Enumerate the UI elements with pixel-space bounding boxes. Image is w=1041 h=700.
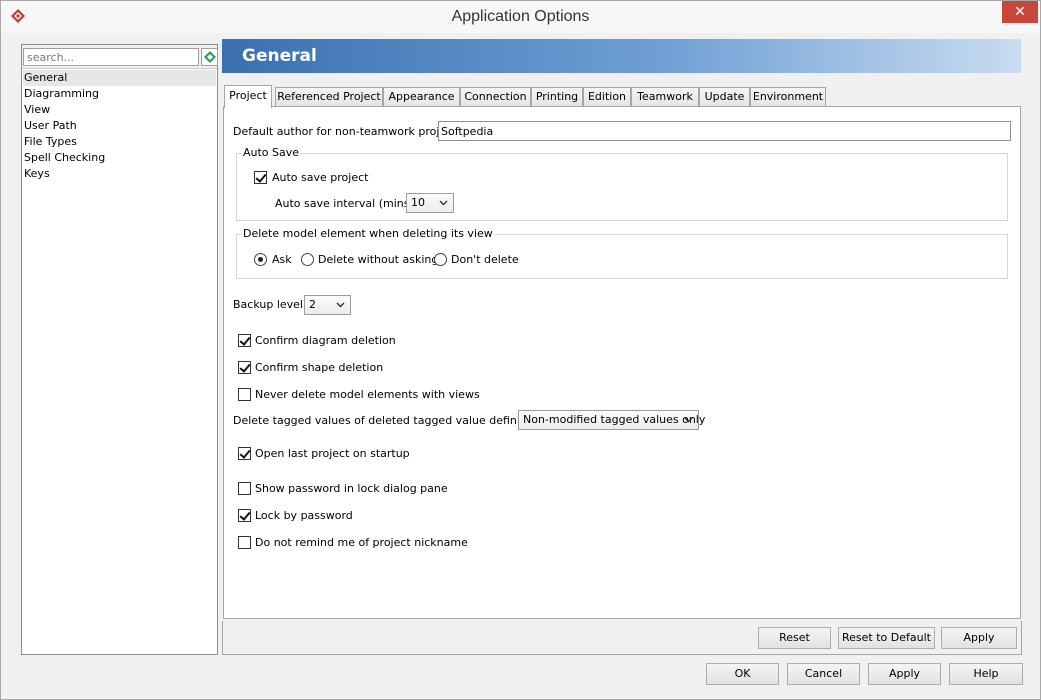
delete-model-group: Delete model element when deleting its v…: [236, 227, 1008, 279]
radio-ask-label: Ask: [272, 253, 292, 266]
auto-save-project-label: Auto save project: [272, 171, 369, 184]
show-password-checkbox[interactable]: [238, 482, 251, 495]
tab-connection[interactable]: Connection: [460, 87, 531, 107]
tab-environment[interactable]: Environment: [750, 87, 826, 107]
lock-by-password-checkbox[interactable]: [238, 509, 251, 522]
backup-level-select[interactable]: 2: [304, 295, 351, 315]
tab-appearance[interactable]: Appearance: [383, 87, 460, 107]
reset-to-default-button[interactable]: Reset to Default: [838, 627, 935, 649]
delete-tagged-values-label: Delete tagged values of deleted tagged v…: [233, 414, 554, 427]
section-title: General: [242, 46, 317, 66]
tab-teamwork[interactable]: Teamwork: [631, 87, 699, 107]
close-icon: ✕: [1014, 4, 1026, 20]
radio-dont-delete-label: Don't delete: [451, 253, 519, 266]
options-navigation-panel: General Diagramming View User Path File …: [21, 44, 218, 655]
do-not-remind-checkbox[interactable]: [238, 536, 251, 549]
ok-button[interactable]: OK: [706, 663, 779, 685]
category-list: General Diagramming View User Path File …: [23, 70, 216, 182]
delete-model-group-title: Delete model element when deleting its v…: [242, 227, 494, 241]
panel-apply-button[interactable]: Apply: [941, 627, 1017, 649]
section-header: General: [222, 39, 1021, 73]
open-last-project-checkbox[interactable]: [238, 447, 251, 460]
delete-tagged-values-select[interactable]: Non-modified tagged values only: [518, 410, 705, 430]
auto-save-interval-value: 10: [411, 196, 425, 209]
confirm-diagram-deletion-label: Confirm diagram deletion: [255, 334, 396, 347]
nav-item-general[interactable]: General: [23, 70, 216, 86]
nav-item-view[interactable]: View: [23, 102, 216, 118]
title-bar: Application Options ✕: [1, 1, 1040, 33]
project-tab-content: Default author for non-teamwork project:…: [223, 106, 1021, 619]
nav-item-keys[interactable]: Keys: [23, 166, 216, 182]
nav-item-user-path[interactable]: User Path: [23, 118, 216, 134]
tab-update[interactable]: Update: [699, 87, 750, 107]
lock-by-password-label: Lock by password: [255, 509, 353, 522]
auto-save-group-title: Auto Save: [242, 146, 301, 160]
confirm-diagram-deletion-checkbox[interactable]: [238, 334, 251, 347]
panel-button-bar: Reset Reset to Default Apply: [222, 621, 1022, 655]
dialog-apply-button[interactable]: Apply: [868, 663, 941, 685]
default-author-input[interactable]: [438, 121, 1011, 141]
default-author-label: Default author for non-teamwork project:: [233, 125, 461, 138]
search-row: [22, 45, 218, 69]
chevron-down-icon: [439, 200, 448, 206]
backup-level-value: 2: [309, 298, 316, 311]
never-delete-label: Never delete model elements with views: [255, 388, 480, 401]
tab-edition[interactable]: Edition: [583, 87, 631, 107]
confirm-shape-deletion-label: Confirm shape deletion: [255, 361, 384, 374]
auto-save-interval-label: Auto save interval (mins) :: [275, 197, 421, 210]
reset-button[interactable]: Reset: [758, 627, 831, 649]
auto-save-project-checkbox[interactable]: [254, 171, 267, 184]
chevron-down-icon: [684, 417, 693, 423]
backup-level-label: Backup level :: [233, 298, 311, 311]
cancel-button[interactable]: Cancel: [787, 663, 860, 685]
close-button[interactable]: ✕: [1002, 1, 1038, 23]
never-delete-checkbox[interactable]: [238, 388, 251, 401]
application-options-window: Application Options ✕ General Diagrammin…: [0, 0, 1041, 700]
window-title: Application Options: [451, 8, 590, 25]
auto-save-group: Auto Save Auto save project Auto save in…: [236, 146, 1008, 221]
nav-item-file-types[interactable]: File Types: [23, 134, 216, 150]
nav-item-diagramming[interactable]: Diagramming: [23, 86, 216, 102]
chevron-down-icon: [336, 302, 345, 308]
delete-tagged-values-value: Non-modified tagged values only: [523, 413, 706, 426]
open-last-project-label: Open last project on startup: [255, 447, 410, 460]
show-password-label: Show password in lock dialog pane: [255, 482, 448, 495]
help-button[interactable]: Help: [949, 663, 1023, 685]
nav-item-spell-checking[interactable]: Spell Checking: [23, 150, 216, 166]
filter-icon: [204, 51, 216, 63]
confirm-shape-deletion-checkbox[interactable]: [238, 361, 251, 374]
radio-delete-without-asking-label: Delete without asking: [318, 253, 439, 266]
tab-printing[interactable]: Printing: [531, 87, 583, 107]
auto-save-interval-select[interactable]: 10: [406, 193, 454, 213]
do-not-remind-label: Do not remind me of project nickname: [255, 536, 468, 549]
radio-dont-delete[interactable]: [434, 253, 447, 266]
radio-delete-without-asking[interactable]: [301, 253, 314, 266]
tab-bar: Project Referenced Project Appearance Co…: [224, 85, 1024, 108]
search-input[interactable]: [23, 48, 199, 66]
tab-referenced-project[interactable]: Referenced Project: [275, 87, 383, 107]
tab-project[interactable]: Project: [224, 85, 272, 108]
search-filter-button[interactable]: [201, 48, 218, 66]
radio-ask[interactable]: [254, 253, 267, 266]
